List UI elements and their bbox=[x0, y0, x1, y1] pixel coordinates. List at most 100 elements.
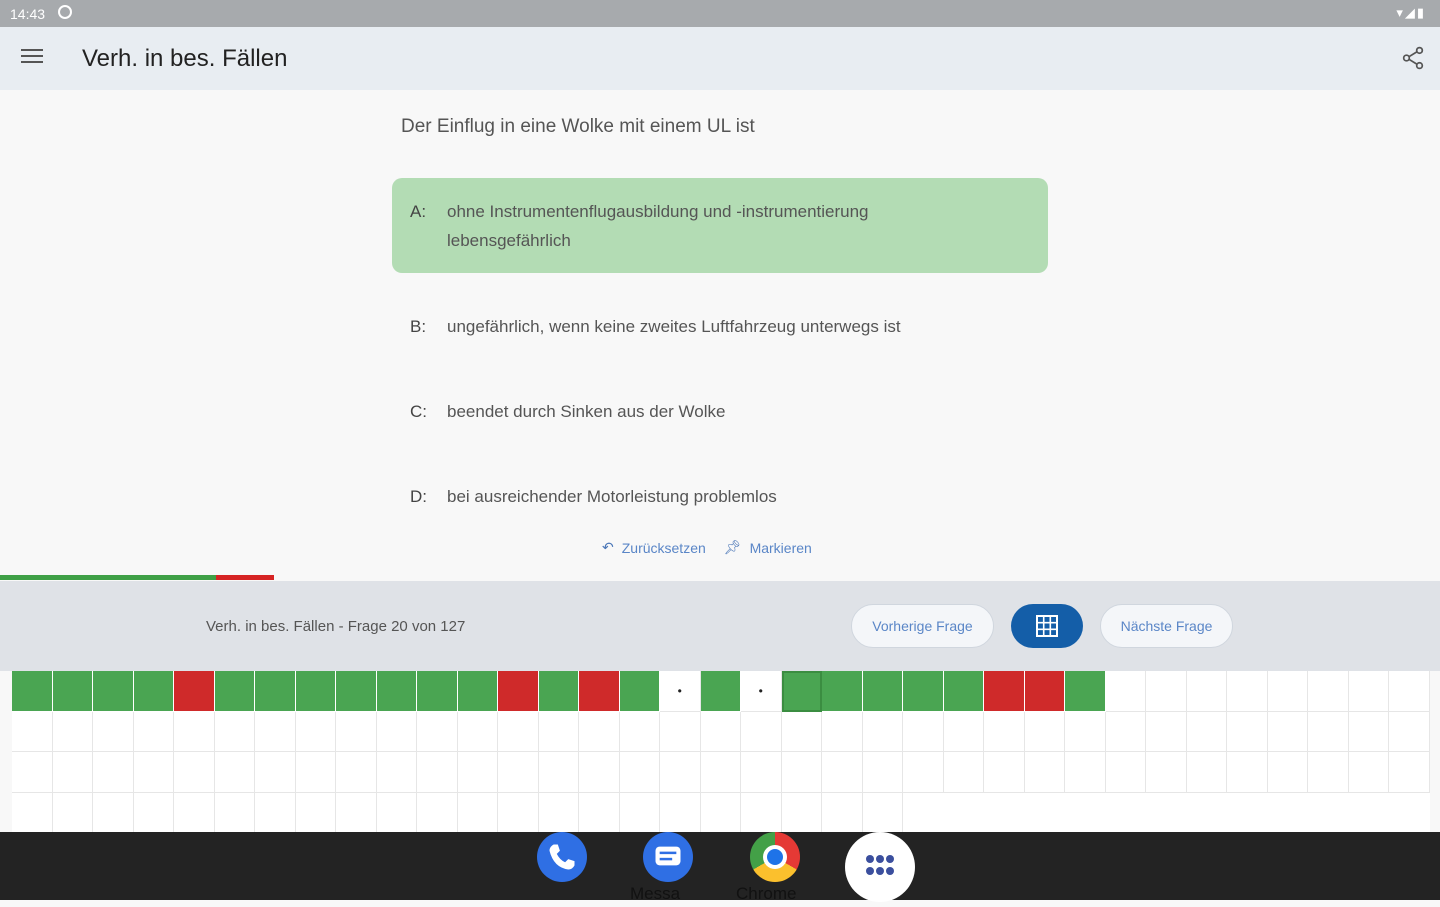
question-cell[interactable] bbox=[133, 711, 174, 752]
question-cell[interactable] bbox=[1267, 711, 1308, 752]
question-cell[interactable] bbox=[417, 752, 458, 793]
question-cell[interactable] bbox=[457, 671, 498, 712]
question-cell[interactable] bbox=[822, 671, 863, 712]
question-cell[interactable] bbox=[12, 711, 53, 752]
share-icon[interactable] bbox=[1400, 45, 1426, 71]
question-cell[interactable] bbox=[903, 711, 944, 752]
question-cell[interactable] bbox=[741, 711, 782, 752]
question-cell[interactable] bbox=[295, 792, 336, 833]
question-cell[interactable] bbox=[417, 711, 458, 752]
question-cell[interactable] bbox=[1024, 711, 1065, 752]
question-cell[interactable] bbox=[943, 752, 984, 793]
question-cell[interactable] bbox=[214, 752, 255, 793]
question-cell[interactable] bbox=[255, 711, 296, 752]
question-cell[interactable] bbox=[660, 792, 701, 833]
question-cell[interactable] bbox=[1227, 711, 1268, 752]
question-cell[interactable]: • bbox=[741, 671, 782, 712]
question-cell[interactable] bbox=[52, 671, 93, 712]
question-cell[interactable] bbox=[862, 752, 903, 793]
question-cell[interactable] bbox=[700, 671, 741, 712]
question-cell[interactable] bbox=[417, 671, 458, 712]
question-cell[interactable] bbox=[1267, 671, 1308, 712]
question-cell[interactable] bbox=[619, 711, 660, 752]
question-cell[interactable] bbox=[579, 711, 620, 752]
question-cell[interactable] bbox=[133, 671, 174, 712]
question-cell[interactable] bbox=[781, 752, 822, 793]
question-cell[interactable] bbox=[538, 752, 579, 793]
next-question-button[interactable]: Nächste Frage bbox=[1100, 604, 1233, 648]
question-cell[interactable] bbox=[619, 752, 660, 793]
question-cell[interactable] bbox=[1065, 671, 1106, 712]
question-cell[interactable] bbox=[1348, 711, 1389, 752]
question-cell[interactable] bbox=[133, 752, 174, 793]
question-cell[interactable] bbox=[1146, 711, 1187, 752]
question-cell[interactable] bbox=[1186, 752, 1227, 793]
question-cell[interactable] bbox=[1186, 671, 1227, 712]
grid-view-button[interactable] bbox=[1011, 604, 1083, 648]
question-cell[interactable] bbox=[52, 711, 93, 752]
question-cell[interactable] bbox=[741, 792, 782, 833]
question-cell[interactable] bbox=[579, 752, 620, 793]
question-cell[interactable] bbox=[700, 711, 741, 752]
question-cell[interactable] bbox=[781, 671, 822, 712]
question-cell[interactable] bbox=[12, 752, 53, 793]
question-cell[interactable] bbox=[336, 711, 377, 752]
question-cell[interactable] bbox=[822, 752, 863, 793]
messages-app-icon[interactable] bbox=[643, 832, 693, 882]
question-cell[interactable] bbox=[1146, 671, 1187, 712]
question-cell[interactable] bbox=[862, 671, 903, 712]
question-cell[interactable] bbox=[1389, 711, 1430, 752]
question-cell[interactable] bbox=[741, 752, 782, 793]
question-cell[interactable] bbox=[457, 792, 498, 833]
question-cell[interactable] bbox=[1308, 671, 1349, 712]
question-cell[interactable] bbox=[417, 792, 458, 833]
question-cell[interactable] bbox=[93, 671, 134, 712]
question-cell[interactable] bbox=[862, 711, 903, 752]
question-cell[interactable] bbox=[903, 671, 944, 712]
question-cell[interactable] bbox=[214, 711, 255, 752]
question-cell[interactable] bbox=[619, 792, 660, 833]
question-cell[interactable] bbox=[174, 711, 215, 752]
question-cell[interactable] bbox=[700, 752, 741, 793]
question-cell[interactable] bbox=[1227, 671, 1268, 712]
question-cell[interactable] bbox=[336, 671, 377, 712]
question-cell[interactable] bbox=[781, 711, 822, 752]
question-cell[interactable] bbox=[498, 711, 539, 752]
question-cell[interactable] bbox=[295, 671, 336, 712]
question-cell[interactable] bbox=[943, 711, 984, 752]
question-cell[interactable] bbox=[903, 752, 944, 793]
question-cell[interactable] bbox=[1267, 752, 1308, 793]
question-cell[interactable] bbox=[984, 752, 1025, 793]
question-cell[interactable] bbox=[376, 671, 417, 712]
question-cell[interactable] bbox=[93, 711, 134, 752]
question-cell[interactable] bbox=[255, 792, 296, 833]
app-drawer-icon[interactable] bbox=[845, 832, 915, 902]
answer-option-b[interactable]: B: ungefährlich, wenn keine zweites Luft… bbox=[392, 312, 1048, 341]
previous-question-button[interactable]: Vorherige Frage bbox=[851, 604, 994, 648]
question-cell[interactable] bbox=[93, 752, 134, 793]
menu-icon[interactable] bbox=[21, 49, 43, 67]
question-cell[interactable] bbox=[12, 671, 53, 712]
question-cell[interactable] bbox=[1065, 711, 1106, 752]
question-cell[interactable] bbox=[174, 752, 215, 793]
question-cell[interactable] bbox=[1105, 671, 1146, 712]
question-cell[interactable] bbox=[1348, 752, 1389, 793]
question-cell[interactable] bbox=[1024, 671, 1065, 712]
question-cell[interactable] bbox=[214, 792, 255, 833]
question-cell[interactable] bbox=[619, 671, 660, 712]
question-cell[interactable] bbox=[174, 792, 215, 833]
question-cell[interactable] bbox=[822, 792, 863, 833]
answer-option-c[interactable]: C: beendet durch Sinken aus der Wolke bbox=[392, 397, 1048, 426]
question-cell[interactable] bbox=[457, 711, 498, 752]
question-cell[interactable] bbox=[862, 792, 903, 833]
question-cell[interactable] bbox=[1227, 752, 1268, 793]
question-cell[interactable] bbox=[295, 752, 336, 793]
mark-button[interactable]: 📌︎ Markieren bbox=[724, 539, 812, 556]
question-cell[interactable] bbox=[1024, 752, 1065, 793]
question-cell[interactable] bbox=[93, 792, 134, 833]
question-cell[interactable] bbox=[1146, 752, 1187, 793]
question-cell[interactable] bbox=[822, 711, 863, 752]
question-cell[interactable] bbox=[336, 792, 377, 833]
question-cell[interactable] bbox=[376, 752, 417, 793]
question-cell[interactable] bbox=[538, 792, 579, 833]
